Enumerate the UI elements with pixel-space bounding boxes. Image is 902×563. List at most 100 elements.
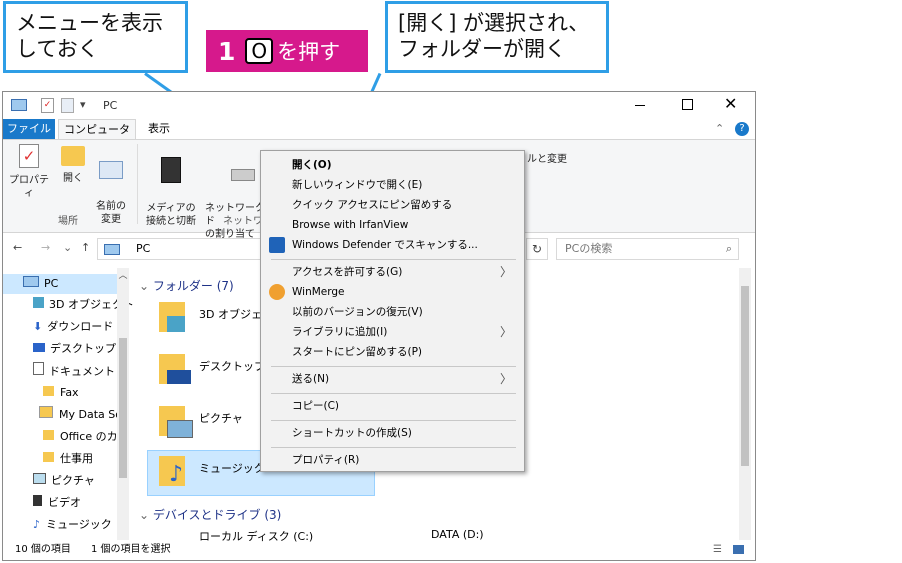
nav-item-mydata[interactable]: My Data So (39, 406, 122, 424)
ctx-item-restore-versions[interactable]: 以前のバージョンの復元(V) (261, 302, 524, 322)
cube-icon (33, 297, 44, 308)
step-number: 1 (218, 36, 236, 66)
context-menu: 開く(O) 新しいウィンドウで開く(E) クイック アクセスにピン留めする Br… (260, 150, 525, 472)
ctx-item-open-new-window[interactable]: 新しいウィンドウで開く(E) (261, 175, 524, 195)
folders-section-header[interactable]: ⌄ フォルダー (7) (139, 277, 234, 294)
ctx-item-label: WinMerge (292, 286, 345, 298)
folder-icon (43, 430, 54, 440)
back-icon[interactable]: ← (13, 241, 22, 254)
ctx-item-add-library[interactable]: ライブラリに追加(I) 〉 (261, 322, 524, 342)
ctx-item-send-to[interactable]: 送る(N) 〉 (261, 369, 524, 389)
nav-item-pictures[interactable]: ピクチャ (33, 472, 95, 490)
nav-item-fax[interactable]: Fax (43, 384, 79, 402)
window-title: PC (103, 99, 118, 112)
ctx-item-winmerge[interactable]: WinMerge (261, 282, 524, 302)
content-scrollbar[interactable] (739, 268, 751, 540)
open-label: 開く (63, 173, 83, 184)
folder-desktop-label[interactable]: デスクトップ (199, 358, 265, 374)
navigation-pane: PC 3D オブジェクト ⬇ ダウンロード デスクトップ ドキュメント Fax M… (3, 268, 134, 540)
devices-section-header[interactable]: ⌄ デバイスとドライブ (3) (139, 506, 281, 523)
submenu-arrow-icon: 〉 (499, 372, 512, 386)
nav-item-work[interactable]: 仕事用 (43, 450, 93, 468)
ctx-item-give-access[interactable]: アクセスを許可する(G) 〉 (261, 262, 524, 282)
rename-button[interactable]: 名前の 変更 (91, 144, 131, 226)
ctx-item-defender-scan[interactable]: Windows Defender でスキャンする... (261, 235, 524, 255)
ctx-item-pin-quick-access[interactable]: クイック アクセスにピン留めする (261, 195, 524, 215)
nav-item-pc[interactable]: PC (23, 275, 58, 293)
status-item-count: 10 個の項目 (15, 544, 71, 555)
step-text: を押す (277, 40, 341, 64)
nav-scroll-thumb[interactable] (119, 338, 127, 478)
collapse-ribbon-icon[interactable]: ⌃ (715, 122, 724, 135)
submenu-arrow-icon: 〉 (499, 265, 512, 279)
ctx-item-label: コピー(C) (292, 400, 340, 412)
nav-scroll-up-icon[interactable]: ︿ (117, 268, 129, 281)
folder-pictures-label[interactable]: ピクチャ (199, 410, 243, 426)
media-icon (161, 157, 181, 183)
status-bar: 10 個の項目 1 個の項目を選択 ☰ (3, 540, 755, 560)
qat-properties-icon[interactable]: ✓ (41, 98, 54, 113)
properties-button[interactable]: ✓ プロパティ (9, 144, 49, 200)
ctx-item-open[interactable]: 開く(O) (261, 155, 524, 175)
nav-item-label: ビデオ (48, 496, 81, 509)
help-icon[interactable]: ? (735, 122, 749, 136)
chevron-down-icon: ⌄ (139, 279, 153, 293)
recent-dropdown-icon[interactable]: ⌄ (63, 241, 72, 254)
nav-item-music[interactable]: ♪ ミュージック (33, 516, 112, 534)
nav-item-label: PC (44, 277, 59, 290)
ctx-item-irfanview[interactable]: Browse with IrfanView (261, 215, 524, 235)
search-icon: ⌕ (725, 242, 732, 255)
step-badge: 1 O を押す (206, 30, 368, 72)
ctx-item-create-shortcut[interactable]: ショートカットの作成(S) (261, 423, 524, 443)
nav-item-label: My Data So (59, 408, 122, 421)
ctx-item-label: 送る(N) (292, 373, 330, 385)
maximize-button[interactable] (682, 99, 693, 110)
large-icons-view-icon[interactable] (733, 545, 744, 554)
content-scroll-thumb[interactable] (741, 286, 749, 466)
folder-music-label[interactable]: ミュージック (199, 460, 265, 476)
folders-section-label: フォルダー (7) (152, 279, 234, 293)
nav-item-videos[interactable]: ビデオ (33, 494, 81, 512)
qat-newfolder-icon[interactable] (61, 98, 74, 113)
ctx-item-label: ショートカットの作成(S) (292, 427, 412, 439)
ctx-separator (271, 366, 516, 367)
rename-icon (99, 161, 123, 179)
nav-item-label: ドキュメント (49, 365, 115, 378)
search-input[interactable]: PCの検索 ⌕ (556, 238, 739, 260)
chevron-down-icon: ⌄ (139, 508, 153, 522)
tab-view[interactable]: 表示 (141, 119, 177, 139)
refresh-button[interactable]: ↻ (526, 238, 548, 260)
tab-computer[interactable]: コンピューター (58, 119, 136, 156)
ctx-item-label: クイック アクセスにピン留めする (292, 199, 453, 211)
forward-icon[interactable]: → (41, 241, 50, 254)
nav-item-documents[interactable]: ドキュメント (33, 362, 115, 380)
nav-item-label: デスクトップ (50, 342, 116, 355)
ribbon-divider (137, 144, 138, 224)
nav-item-office[interactable]: Office のカス (43, 428, 129, 446)
close-button[interactable]: ✕ (724, 94, 737, 113)
details-view-icon[interactable]: ☰ (713, 540, 722, 560)
folder-desktop-icon (159, 354, 191, 384)
submenu-arrow-icon: 〉 (499, 325, 512, 339)
nav-item-label: ミュージック (46, 518, 112, 531)
ribbon-tabs: ファイル コンピューター 表示 ⌃ ? (3, 119, 755, 156)
qat-dropdown-icon[interactable]: ▾ (80, 98, 86, 111)
keyboard-key-o: O (245, 38, 274, 64)
address-text: PC (136, 242, 151, 255)
minimize-button[interactable] (635, 105, 645, 106)
ctx-item-pin-start[interactable]: スタートにピン留めする(P) (261, 342, 524, 362)
up-icon[interactable]: ↑ (81, 241, 90, 254)
ctx-item-copy[interactable]: コピー(C) (261, 396, 524, 416)
ctx-item-properties[interactable]: プロパティ(R) (261, 450, 524, 470)
properties-icon: ✓ (19, 144, 39, 168)
nav-scrollbar[interactable]: ︿ (117, 268, 129, 540)
open-button[interactable]: 開く (58, 144, 88, 185)
media-button[interactable]: メディアの 接続と切断 (141, 144, 201, 228)
tab-file[interactable]: ファイル (3, 119, 55, 139)
callout-show-menu: メニューを表示 しておく (3, 1, 188, 73)
ctx-item-label: 以前のバージョンの復元(V) (292, 306, 423, 318)
nav-item-desktop[interactable]: デスクトップ (33, 340, 116, 358)
devices-section-label: デバイスとドライブ (3) (152, 508, 282, 522)
ribbon-right-hint: ルと変更 (527, 154, 567, 165)
nav-item-download[interactable]: ⬇ ダウンロード (33, 318, 113, 336)
